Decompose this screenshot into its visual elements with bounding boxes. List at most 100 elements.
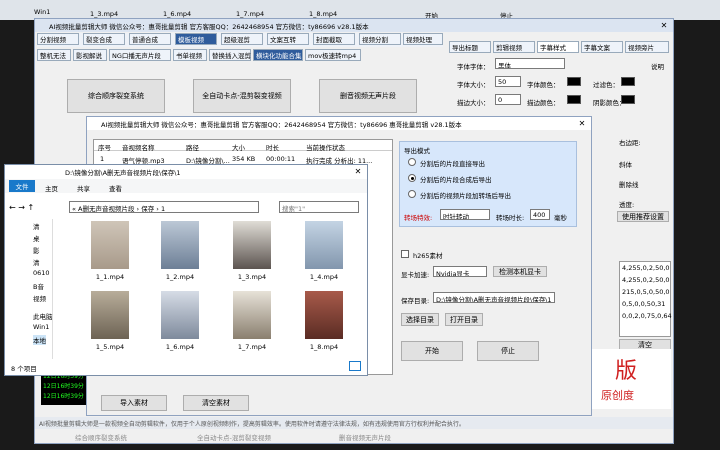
right-tab[interactable]: 剪辑视频 (493, 41, 535, 53)
explorer-close-button[interactable]: ✕ (349, 165, 367, 178)
stroke-color-swatch[interactable] (621, 77, 635, 86)
ribbon-view[interactable]: 查看 (109, 183, 122, 193)
ribbon-share[interactable]: 共享 (77, 183, 90, 193)
dialog-close-button[interactable]: ✕ (573, 117, 591, 130)
save-path-input[interactable]: D:\镜像分割\A删无声音视频片段\保存\1 (433, 292, 555, 303)
nav-item[interactable]: 此电脑 (33, 311, 53, 321)
font-color-swatch[interactable] (567, 77, 581, 86)
toolbar-videosplit[interactable]: 视频分割 (359, 33, 401, 45)
toolbar-template[interactable]: 模板视频 (175, 33, 217, 45)
start-button[interactable]: 开始 (401, 341, 463, 361)
subtab[interactable]: 替换插入混剪 (209, 49, 251, 61)
nav-item[interactable]: Win1 (33, 323, 49, 331)
video-thumbnail[interactable] (305, 291, 343, 339)
help-link[interactable]: 说明 (651, 61, 664, 71)
nav-item[interactable]: 清 (33, 257, 40, 267)
toolbar-normal[interactable]: 普通合成 (129, 33, 171, 45)
main-close-button[interactable]: ✕ (655, 19, 673, 32)
save-label: 保存目录: (401, 297, 430, 305)
transition-label: 转场特效: (404, 214, 433, 222)
transition-select[interactable]: 时针转动 (440, 209, 490, 220)
big-button-beatmix[interactable]: 全自动卡点-混剪裂变视频 (193, 79, 291, 113)
video-thumbnail[interactable] (91, 221, 129, 269)
status-count: 8 个项目 (11, 365, 37, 373)
view-toggle-icon[interactable] (349, 361, 361, 371)
radio-2[interactable] (408, 190, 416, 198)
video-thumbnail[interactable] (91, 291, 129, 339)
main-subtabs: 整机无法 影视解说 NG口播无声片段 书单视频 替换插入混剪 横块化功能合集 m… (37, 49, 443, 63)
toolbar-fission[interactable]: 裂变合成 (83, 33, 125, 45)
subtab[interactable]: NG口播无声片段 (109, 49, 171, 61)
file-name: 1_5.mp4 (95, 343, 125, 351)
gpu-select[interactable]: Nvidia显卡 (433, 266, 487, 277)
bg-item: 1_6.mp4 (163, 10, 192, 18)
background-strip: Win1 1_3.mp4 1_6.mp4 1_7.mp4 1_8.mp4 开始 … (0, 0, 720, 20)
video-thumbnail[interactable] (161, 291, 199, 339)
video-thumbnail[interactable] (161, 221, 199, 269)
toolbar-supermix[interactable]: 超级混剪 (221, 33, 263, 45)
h265-checkbox[interactable] (401, 250, 409, 258)
explorer-titlebar: D:\镜像分割\A删无声音视频片段\保存\1 (5, 165, 367, 178)
file-name: 1_2.mp4 (165, 273, 195, 281)
main-titlebar: AI视频批量剪辑大师 微信公众号：惠哥批量剪辑 官方客服QQ：264246895… (35, 19, 673, 32)
recommend-settings-button[interactable]: 使用推荐设置 (617, 211, 669, 222)
stop-button[interactable]: 停止 (477, 341, 539, 361)
right-tab[interactable]: 字幕文案 (581, 41, 623, 53)
subtab[interactable]: 书单视频 (173, 49, 207, 61)
bottom-item: 删音视频无声片段 (339, 434, 391, 442)
nav-arrows[interactable]: ← → ↑ (9, 203, 34, 212)
stroke-color-label: 过滤色： (593, 81, 619, 89)
subtab[interactable]: mov极速转mp4 (305, 49, 361, 61)
video-thumbnail[interactable] (305, 221, 343, 269)
table-row[interactable]: 1 语气停顿.mp3 D:\镜像分割\... 354 KB 00:00:11 执… (94, 153, 392, 165)
nav-item[interactable]: 桌 (33, 233, 40, 243)
toolbar-split[interactable]: 分割视频 (37, 33, 79, 45)
code-list: 4,255,0,2,50,0 4,255,0,2,50,0 215,0,5,0,… (619, 261, 672, 337)
nav-item[interactable]: 本地 (33, 335, 46, 345)
font-select[interactable]: 黑体 (495, 58, 565, 69)
right-tab[interactable]: 导出标题 (449, 41, 491, 53)
choose-dir-button[interactable]: 选择目录 (401, 313, 439, 326)
open-dir-button[interactable]: 打开目录 (445, 313, 483, 326)
right-tab[interactable]: 字幕样式 (537, 41, 579, 53)
code-item: 0,0,2,0,75,0,64 (622, 312, 672, 320)
font-size-input[interactable]: 50 (495, 76, 521, 87)
search-input[interactable]: 搜索"1" (279, 201, 359, 213)
address-bar[interactable]: « A删无声音视频片段 › 保存 › 1 (69, 201, 259, 213)
bottom-item: 综合顺序裂变系统 (75, 434, 127, 442)
subtab[interactable]: 影视解说 (73, 49, 107, 61)
big-button-fission[interactable]: 综合顺序裂变系统 (67, 79, 165, 113)
ribbon-file[interactable]: 文件 (9, 180, 35, 192)
shadow-color-swatch[interactable] (621, 95, 635, 104)
transition-duration-input[interactable]: 400 (530, 209, 550, 220)
nav-item[interactable]: 影 (33, 245, 40, 255)
stroke-size-input[interactable]: 0 (495, 94, 521, 105)
big-button-silence[interactable]: 删音视频无声片段 (319, 79, 417, 113)
toolbar-cover[interactable]: 封面截取 (313, 33, 355, 45)
video-thumbnail[interactable] (233, 291, 271, 339)
nav-item[interactable]: 0610 (33, 269, 50, 277)
right-tab[interactable]: 视频旁片 (625, 41, 669, 53)
toolbar-process[interactable]: 视频处理 (403, 33, 443, 45)
toolbar-copy[interactable]: 文案互转 (267, 33, 309, 45)
radio-0[interactable] (408, 158, 416, 166)
ribbon-home[interactable]: 主页 (45, 183, 58, 193)
file-name: 1_7.mp4 (237, 343, 267, 351)
radio-1[interactable] (408, 174, 416, 182)
detect-gpu-button[interactable]: 检测本机显卡 (493, 266, 547, 277)
nav-item[interactable]: B音 (33, 281, 44, 291)
ribbon: 文件 主页 共享 查看 (5, 179, 367, 193)
file-grid: 1_1.mp4 1_2.mp4 1_3.mp4 1_4.mp4 1_5.mp4 … (57, 219, 363, 359)
h265-label: h265素材 (413, 252, 443, 260)
import-button[interactable]: 导入素材 (101, 395, 167, 411)
subtab[interactable]: 横块化功能合集 (253, 49, 303, 61)
nav-item[interactable]: 视频 (33, 293, 46, 303)
clear-materials-button[interactable]: 清空素材 (183, 395, 249, 411)
code-item: 0,5,0,0,50,31 (622, 300, 666, 308)
nav-item[interactable]: 清 (33, 221, 40, 231)
video-thumbnail[interactable] (233, 221, 271, 269)
file-name: 1_3.mp4 (237, 273, 267, 281)
option-label: 分割后的视频片段加转场后导出 (420, 192, 511, 200)
subtab[interactable]: 整机无法 (37, 49, 71, 61)
bg-color-swatch[interactable] (567, 95, 581, 104)
